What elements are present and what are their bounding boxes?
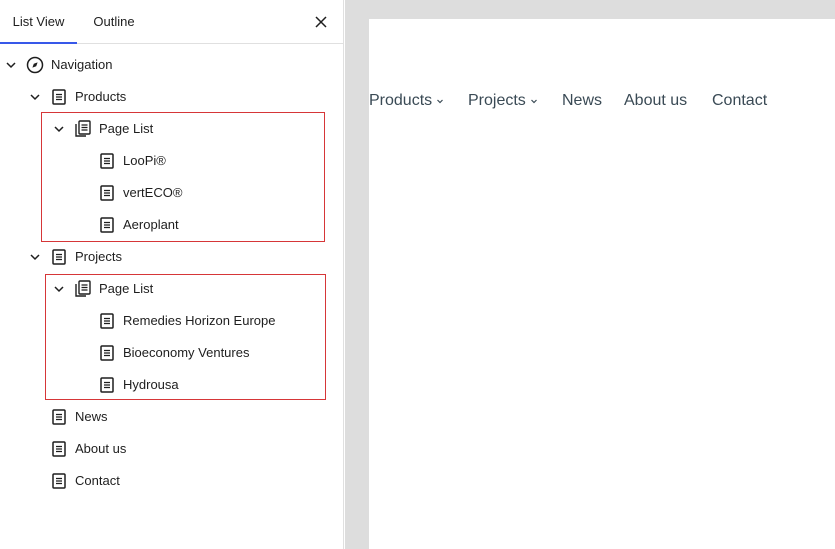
tree-row-projects[interactable]: Projects xyxy=(0,241,344,273)
tree-row-page[interactable]: vertECO® xyxy=(0,177,344,209)
chevron-down-icon[interactable] xyxy=(51,281,67,297)
tree-row-page[interactable]: Aeroplant xyxy=(0,209,344,241)
tree-row-page-list[interactable]: Page List xyxy=(0,273,344,305)
tree-label: LooPi® xyxy=(123,153,166,168)
page-icon xyxy=(52,473,66,489)
page-icon xyxy=(52,89,66,105)
page-icon xyxy=(100,217,114,233)
tree-row-navigation[interactable]: Navigation xyxy=(0,49,344,81)
tree-label: vertECO® xyxy=(123,185,183,200)
tree-label: News xyxy=(75,409,108,424)
nav-item-label: Projects xyxy=(468,92,526,109)
tree-label: Remedies Horizon Europe xyxy=(123,313,276,328)
page-icon xyxy=(100,185,114,201)
tree-row-page[interactable]: Hydrousa xyxy=(0,369,344,401)
submenu-chevron-icon[interactable] xyxy=(436,97,444,105)
nav-item-contact[interactable]: Contact xyxy=(712,90,767,112)
chevron-down-icon[interactable] xyxy=(27,249,43,265)
tree-row-products[interactable]: Products xyxy=(0,81,344,113)
tree-row-news[interactable]: News xyxy=(0,401,344,433)
page-icon xyxy=(52,409,66,425)
tree-label: Navigation xyxy=(51,57,113,72)
tree-label: Products xyxy=(75,89,127,104)
tab-outline[interactable]: Outline xyxy=(77,0,151,43)
chevron-down-icon[interactable] xyxy=(27,89,43,105)
tree-row-page-list[interactable]: Page List xyxy=(0,113,344,145)
nav-item-label: About us xyxy=(624,92,688,109)
close-icon xyxy=(315,16,327,28)
page-icon xyxy=(52,249,66,265)
nav-item-about-us[interactable]: About us xyxy=(624,90,687,112)
page-icon xyxy=(100,345,114,361)
tree-label: Hydrousa xyxy=(123,377,179,392)
chevron-down-icon[interactable] xyxy=(3,57,19,73)
tree-label: Contact xyxy=(75,473,120,488)
tree-label: Projects xyxy=(75,249,122,264)
list-view-sidebar: List View Outline Navigation Products Pa… xyxy=(0,0,344,549)
tree-row-page[interactable]: LooPi® xyxy=(0,145,344,177)
nav-item-label: Products xyxy=(369,92,433,109)
tree-label: Bioeconomy Ventures xyxy=(123,345,250,360)
tab-list-view[interactable]: List View xyxy=(0,0,77,44)
tree-row-contact[interactable]: Contact xyxy=(0,465,344,497)
nav-item-projects[interactable]: Projects xyxy=(468,90,538,112)
page-icon xyxy=(100,153,114,169)
tree-row-page[interactable]: Bioeconomy Ventures xyxy=(0,337,344,369)
pages-icon xyxy=(75,280,91,297)
compass-icon xyxy=(26,56,44,74)
page-icon xyxy=(100,377,114,393)
submenu-chevron-icon[interactable] xyxy=(530,97,538,105)
tree-label: About us xyxy=(75,441,127,456)
nav-item-label: Contact xyxy=(712,92,768,109)
editor-canvas: Products Projects News About us Contact xyxy=(369,19,835,549)
sidebar-tabs: List View Outline xyxy=(0,0,344,44)
tree-row-page[interactable]: Remedies Horizon Europe xyxy=(0,305,344,337)
nav-item-news[interactable]: News xyxy=(562,90,602,112)
pages-icon xyxy=(75,120,91,137)
nav-item-label: News xyxy=(562,92,603,109)
tree-label: Page List xyxy=(99,121,154,136)
close-button[interactable] xyxy=(309,10,333,34)
page-icon xyxy=(52,441,66,457)
page-icon xyxy=(100,313,114,329)
chevron-down-icon[interactable] xyxy=(51,121,67,137)
tree-row-about-us[interactable]: About us xyxy=(0,433,344,465)
tree-label: Page List xyxy=(99,281,154,296)
nav-item-products[interactable]: Products xyxy=(369,90,444,112)
tree-label: Aeroplant xyxy=(123,217,179,232)
